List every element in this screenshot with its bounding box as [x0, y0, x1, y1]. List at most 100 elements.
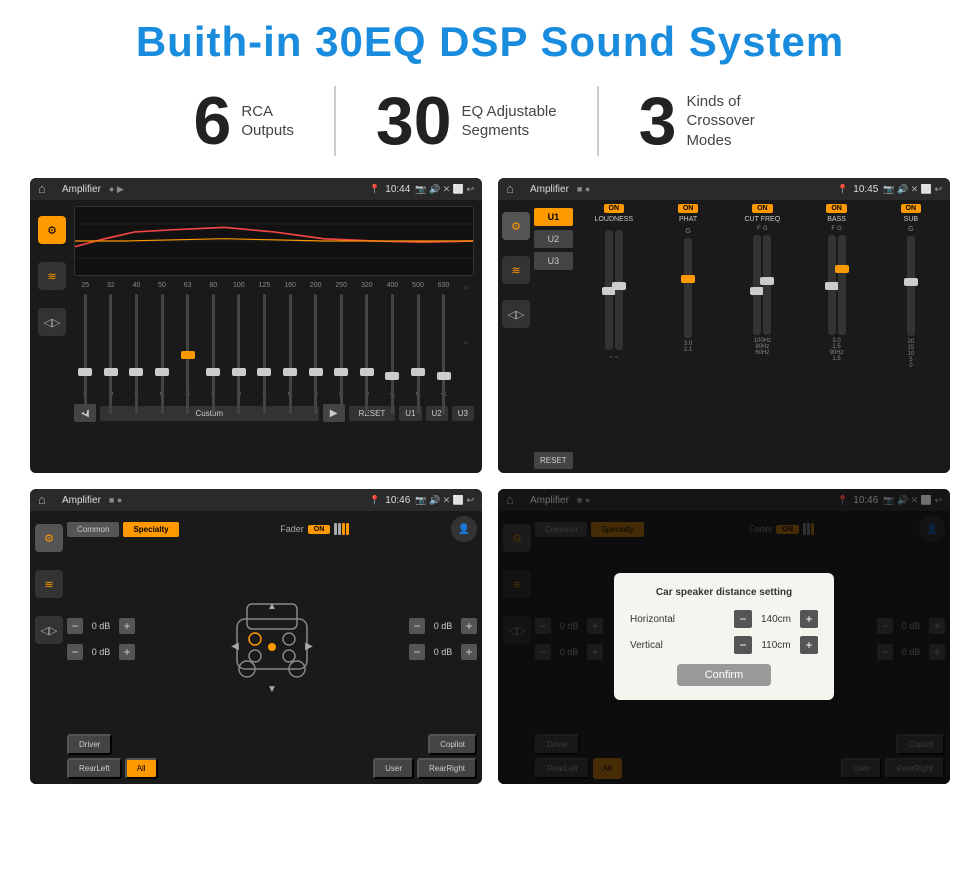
eq-sliders-row: » [74, 294, 474, 389]
channel-loudness: ON LOUDNESS ~ ~ [579, 204, 649, 469]
dialog-vertical-minus[interactable]: − [734, 636, 752, 654]
channel-bass: ON BASS F G [801, 204, 871, 469]
stat-label-crossover: Kinds ofCrossover Modes [686, 92, 786, 151]
cross-icon-2[interactable]: ≋ [502, 256, 530, 284]
bar-1 [334, 523, 337, 535]
eq-preset-custom[interactable]: Custom [100, 406, 319, 421]
eq-icon-2[interactable]: ≋ [38, 262, 66, 290]
loudness-slider-l[interactable] [605, 230, 613, 350]
db1-minus[interactable]: − [67, 618, 83, 634]
bass-values: 3.02.590Hz1.5 [830, 338, 844, 362]
fader-btn-driver[interactable]: Driver [67, 734, 112, 755]
bass-slider-g[interactable] [838, 235, 846, 335]
eq-status-left: ⌂ Amplifier ● ▶ [38, 181, 124, 197]
fader-time: 10:46 [385, 495, 410, 506]
sub-slider[interactable] [907, 236, 915, 336]
sub-values: 20151050 [908, 339, 915, 369]
db-control-3: − 0 dB + [409, 618, 477, 634]
fader-home-icon[interactable]: ⌂ [38, 492, 54, 508]
dialog-vertical-ctrl: − 110cm + [734, 636, 818, 654]
db3-minus[interactable]: − [409, 618, 425, 634]
sub-on[interactable]: ON [901, 204, 922, 213]
dialog-box-title: Car speaker distance setting [630, 587, 818, 598]
slider-more: » [458, 294, 474, 389]
fader-tab-common[interactable]: Common [67, 522, 119, 537]
eq-icon-1[interactable]: ⚙ [38, 216, 66, 244]
phat-g-label: G [685, 228, 690, 235]
dialog-confirm-button[interactable]: Confirm [677, 664, 772, 686]
cross-channels: ON LOUDNESS ~ ~ [579, 204, 946, 469]
fader-dots: ■ ● [109, 495, 122, 505]
fader-icon-3[interactable]: ◁▷ [35, 616, 63, 644]
fader-btn-user[interactable]: User [373, 758, 414, 779]
svg-text:▲: ▲ [267, 601, 277, 612]
loudness-labels: ~ ~ [609, 355, 618, 361]
fader-screenshot: ⌂ Amplifier ■ ● 📍 10:46 📷 🔊 ✕ ⬜ ↩ ⚙ ≋ ◁▷ [30, 489, 482, 784]
phat-on[interactable]: ON [678, 204, 699, 213]
fader-bottom-buttons-2: RearLeft All User RearRight [67, 758, 477, 779]
cross-icon-3[interactable]: ◁▷ [502, 300, 530, 328]
cutfreq-on[interactable]: ON [752, 204, 773, 213]
cross-tab-u2[interactable]: U2 [534, 230, 573, 248]
eq-icon-3[interactable]: ◁▷ [38, 308, 66, 336]
stat-number-rca: 6 [194, 87, 232, 155]
eq-u3-button[interactable]: U3 [452, 406, 474, 421]
cross-dots: ■ ● [577, 184, 590, 194]
bass-slider-f[interactable] [828, 235, 836, 335]
cross-icon-1[interactable]: ⚙ [502, 212, 530, 240]
bass-label: BASS [827, 216, 846, 223]
sub-label: SUB [904, 216, 918, 223]
fader-label-text: Fader [280, 524, 304, 534]
dialog-vertical-plus[interactable]: + [800, 636, 818, 654]
dialog-horizontal-row: Horizontal − 140cm + [630, 610, 818, 628]
db3-value: 0 dB [429, 621, 457, 631]
loudness-on[interactable]: ON [604, 204, 625, 213]
fader-content: Common Specialty Fader ON [67, 516, 477, 779]
fader-icon-1[interactable]: ⚙ [35, 524, 63, 552]
bass-on[interactable]: ON [826, 204, 847, 213]
fader-status-right: 📍 10:46 📷 🔊 ✕ ⬜ ↩ [369, 495, 474, 506]
fader-main-screen: ⚙ ≋ ◁▷ Common Specialty Fader ON [30, 511, 482, 784]
cutfreq-slider-g[interactable] [763, 235, 771, 335]
cross-home-icon[interactable]: ⌂ [506, 181, 522, 197]
cross-tab-u1[interactable]: U1 [534, 208, 573, 226]
phat-values: 3.02.1 [684, 341, 692, 353]
loudness-slider-r[interactable] [615, 230, 623, 350]
stat-number-crossover: 3 [639, 87, 677, 155]
fader-bars [334, 523, 349, 535]
fader-btn-rearright[interactable]: RearRight [417, 758, 477, 779]
db2-plus[interactable]: + [119, 644, 135, 660]
fader-btn-all[interactable]: All [125, 758, 158, 779]
fader-btn-copilot[interactable]: Copilot [428, 734, 477, 755]
cross-tab-u3[interactable]: U3 [534, 252, 573, 270]
db2-minus[interactable]: − [67, 644, 83, 660]
db1-plus[interactable]: + [119, 618, 135, 634]
db3-plus[interactable]: + [461, 618, 477, 634]
cross-left-icons: ⚙ ≋ ◁▷ [502, 204, 534, 469]
fader-top-row: Common Specialty Fader ON [67, 516, 477, 542]
db2-value: 0 dB [87, 647, 115, 657]
eq-main-screen: ⚙ ≋ ◁▷ [30, 200, 482, 473]
db4-plus[interactable]: + [461, 644, 477, 660]
fader-body: − 0 dB + − 0 dB + [67, 548, 477, 730]
dialog-horizontal-plus[interactable]: + [800, 610, 818, 628]
fader-person-icon[interactable]: 👤 [451, 516, 477, 542]
cross-reset-btn[interactable]: RESET [534, 452, 573, 469]
fader-btn-rearleft[interactable]: RearLeft [67, 758, 122, 779]
fader-on-button[interactable]: ON [308, 525, 331, 534]
fader-location-icon: 📍 [369, 495, 380, 506]
dialog-screenshot: ⌂ Amplifier ■ ● 📍 10:46 📷 🔊 ✕ ⬜ ↩ ⚙ ≋ ◁▷ [498, 489, 950, 784]
bar-4 [346, 523, 349, 535]
fader-icon-2[interactable]: ≋ [35, 570, 63, 598]
dialog-horizontal-minus[interactable]: − [734, 610, 752, 628]
home-icon[interactable]: ⌂ [38, 181, 54, 197]
cutfreq-slider-f[interactable] [753, 235, 761, 335]
eq-content: 25 32 40 50 63 80 100 125 160 200 250 32… [74, 206, 474, 467]
db4-minus[interactable]: − [409, 644, 425, 660]
svg-text:◀: ◀ [231, 641, 239, 652]
fader-tab-specialty[interactable]: Specialty [123, 522, 178, 537]
cross-time: 10:45 [853, 184, 878, 195]
phat-slider[interactable] [684, 238, 692, 338]
eq-reset-button[interactable]: RESET [349, 406, 396, 421]
eq-dots: ● ▶ [109, 184, 124, 195]
